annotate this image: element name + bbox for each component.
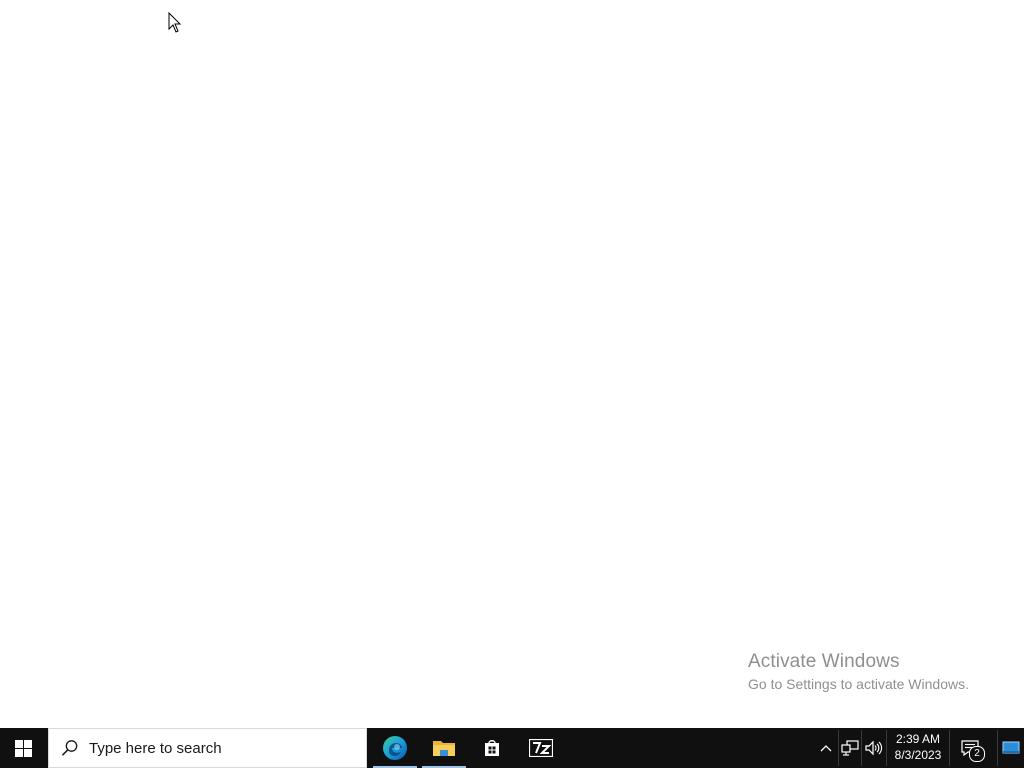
show-desktop-button[interactable]: [998, 728, 1024, 768]
show-desktop-icon: [1002, 741, 1020, 754]
chevron-up-icon: [820, 745, 832, 752]
watermark-subtitle: Go to Settings to activate Windows.: [748, 676, 969, 692]
activation-watermark: Activate Windows Go to Settings to activ…: [748, 651, 969, 694]
7zip-icon: [529, 739, 553, 757]
mouse-cursor-icon: [168, 12, 182, 33]
folder-icon: [433, 741, 455, 756]
taskbar-app-store[interactable]: [468, 728, 516, 768]
tray-clock[interactable]: 2:39 AM 8/3/2023: [887, 728, 949, 768]
search-icon: [60, 738, 80, 758]
taskbar-app-edge[interactable]: [371, 728, 419, 768]
windows-logo-icon: [15, 739, 32, 757]
clock-time: 2:39 AM: [895, 732, 941, 746]
taskbar-search-box[interactable]: Type here to search: [48, 728, 367, 768]
clock-date: 8/3/2023: [894, 748, 942, 762]
start-button[interactable]: [0, 728, 47, 768]
search-placeholder: Type here to search: [89, 739, 222, 757]
edge-icon: [383, 736, 407, 760]
tray-volume-button[interactable]: [862, 728, 886, 768]
network-icon: [841, 740, 859, 756]
store-icon: [485, 740, 499, 756]
notification-count-badge: 2: [969, 746, 985, 762]
desktop[interactable]: Activate Windows Go to Settings to activ…: [0, 0, 1024, 728]
taskbar-app-7zip[interactable]: [517, 728, 565, 768]
action-center-button[interactable]: 2: [950, 728, 990, 768]
taskbar-app-file-explorer[interactable]: [420, 728, 468, 768]
taskbar: Type here to search 2:39 AM 8/3/2023 2: [0, 728, 1024, 768]
volume-icon: [865, 740, 883, 756]
watermark-title: Activate Windows: [748, 651, 900, 672]
tray-network-button[interactable]: [839, 728, 861, 768]
tray-overflow-button[interactable]: [815, 728, 837, 768]
